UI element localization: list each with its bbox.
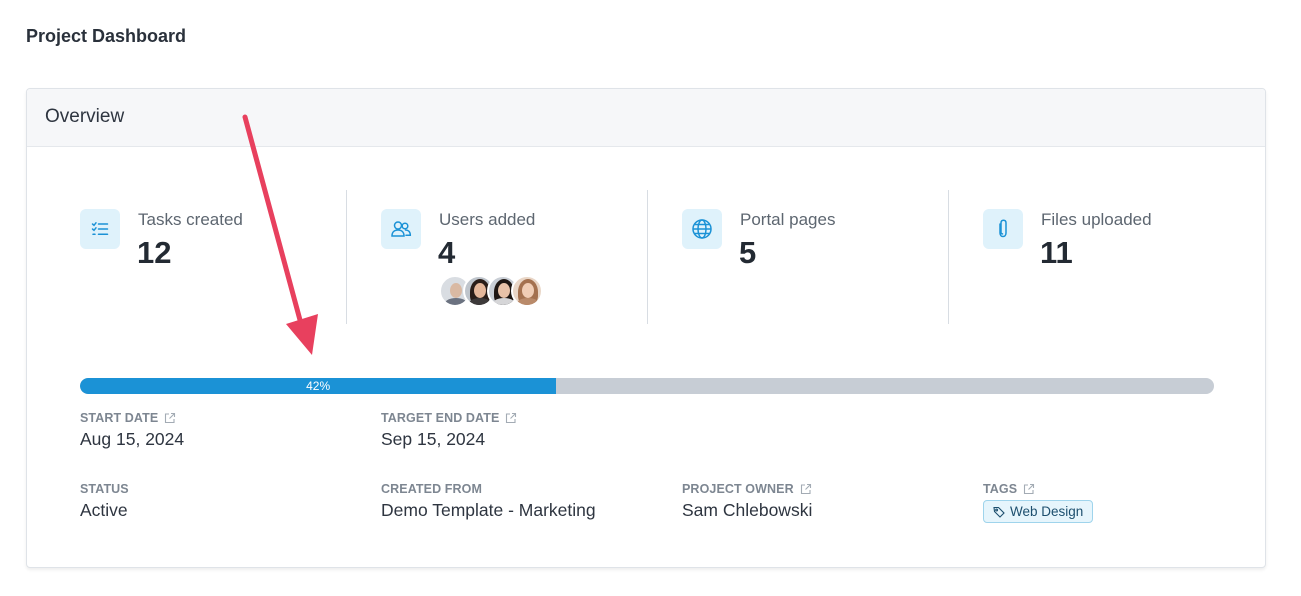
globe-icon bbox=[682, 209, 722, 249]
avatar[interactable] bbox=[511, 275, 543, 307]
user-avatars[interactable] bbox=[439, 275, 543, 307]
page-title: Project Dashboard bbox=[26, 26, 187, 46]
stat-value: 11 bbox=[1040, 235, 1073, 270]
field-value: Aug 15, 2024 bbox=[80, 429, 185, 449]
divider bbox=[948, 190, 949, 324]
divider bbox=[647, 190, 648, 324]
task-list-icon bbox=[80, 209, 120, 249]
field-value: Demo Template - Marketing bbox=[381, 500, 596, 520]
tag-icon bbox=[993, 506, 1005, 518]
progress-fill: 42% bbox=[80, 378, 557, 394]
field-value: Active bbox=[80, 500, 128, 520]
tag-chip[interactable]: Web Design bbox=[983, 500, 1094, 523]
stat-label: Tasks created bbox=[138, 210, 243, 229]
overview-card: Overview Tasks created 12 Users added 4 … bbox=[26, 88, 1266, 568]
paperclip-icon bbox=[983, 209, 1023, 249]
stat-label: Files uploaded bbox=[1041, 210, 1152, 229]
target-end-date-field: TARGET END DATE Sep 15, 2024 bbox=[381, 411, 517, 450]
start-date-field: START DATE Aug 15, 2024 bbox=[80, 411, 184, 450]
created-from-field: CREATED FROM Demo Template - Marketing bbox=[381, 482, 596, 521]
external-link-icon[interactable] bbox=[1023, 483, 1035, 495]
card-header: Overview bbox=[27, 89, 1265, 147]
progress-label: 42% bbox=[306, 379, 331, 393]
progress-bar: 42% bbox=[80, 378, 1214, 394]
stat-value: 5 bbox=[739, 235, 757, 270]
status-field: STATUS Active bbox=[80, 482, 129, 521]
field-label: START DATE bbox=[80, 411, 159, 425]
external-link-icon[interactable] bbox=[800, 483, 812, 495]
stat-value: 12 bbox=[137, 235, 172, 270]
field-value: Sep 15, 2024 bbox=[381, 429, 486, 449]
field-value: Sam Chlebowski bbox=[682, 500, 813, 520]
project-owner-field: PROJECT OWNER Sam Chlebowski bbox=[682, 482, 812, 521]
stat-label: Users added bbox=[439, 210, 536, 229]
external-link-icon[interactable] bbox=[164, 412, 176, 424]
field-label: CREATED FROM bbox=[381, 482, 482, 496]
field-label: STATUS bbox=[80, 482, 129, 496]
field-label: TARGET END DATE bbox=[381, 411, 500, 425]
divider bbox=[346, 190, 347, 324]
external-link-icon[interactable] bbox=[505, 412, 517, 424]
stat-value: 4 bbox=[438, 235, 456, 270]
field-label: PROJECT OWNER bbox=[682, 482, 794, 496]
tag-label: Web Design bbox=[1010, 504, 1084, 519]
field-label: TAGS bbox=[983, 482, 1018, 496]
users-icon bbox=[381, 209, 421, 249]
stat-label: Portal pages bbox=[740, 210, 836, 229]
tags-field: TAGS Web Design bbox=[983, 482, 1094, 523]
